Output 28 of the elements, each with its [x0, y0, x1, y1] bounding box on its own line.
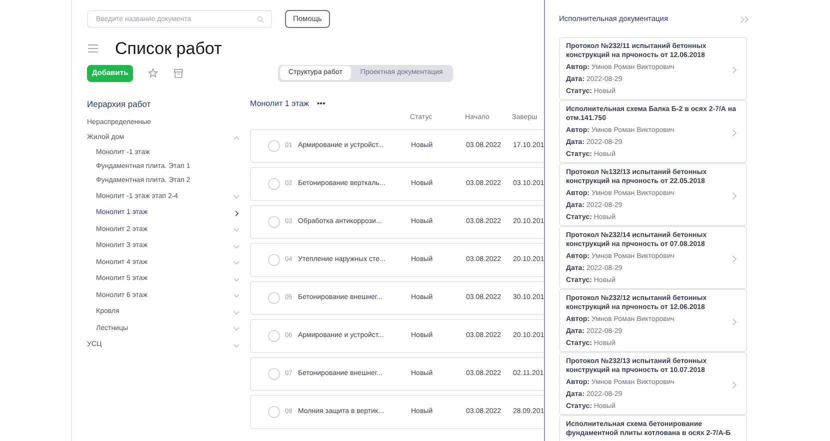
radio-button[interactable] — [268, 292, 280, 304]
chevron-down-icon[interactable] — [233, 342, 240, 349]
chevron-down-icon[interactable] — [233, 193, 240, 200]
group-title: Монолит 1 этаж — [250, 98, 309, 110]
chevron-down-icon[interactable] — [233, 325, 240, 332]
radio-button[interactable] — [268, 140, 280, 152]
chevron-down-icon[interactable] — [233, 276, 240, 283]
chevron-down-icon[interactable] — [233, 292, 240, 300]
collapse-icon[interactable] — [740, 16, 749, 22]
chevron-right-icon[interactable] — [233, 210, 240, 217]
more-button[interactable]: ••• — [316, 100, 326, 108]
radio-button[interactable] — [268, 178, 280, 190]
section-title: Иерархия работ — [87, 98, 152, 111]
radio-button[interactable] — [268, 406, 280, 418]
chevron-down-icon[interactable] — [233, 308, 240, 316]
menu-icon[interactable] — [88, 44, 98, 52]
archive-icon[interactable] — [174, 68, 183, 78]
radio-button[interactable] — [268, 216, 280, 228]
radio-button[interactable] — [268, 254, 280, 266]
radio-button[interactable] — [268, 368, 280, 380]
page-title: Список работ — [115, 40, 222, 56]
star-icon[interactable] — [148, 68, 158, 78]
chevron-down-icon[interactable] — [233, 226, 240, 234]
search-icon — [257, 16, 264, 22]
chevron-down-icon[interactable] — [233, 242, 240, 250]
chevron-down-icon[interactable] — [233, 259, 240, 266]
radio-button[interactable] — [268, 330, 280, 342]
chevron-up-icon[interactable] — [233, 134, 240, 142]
